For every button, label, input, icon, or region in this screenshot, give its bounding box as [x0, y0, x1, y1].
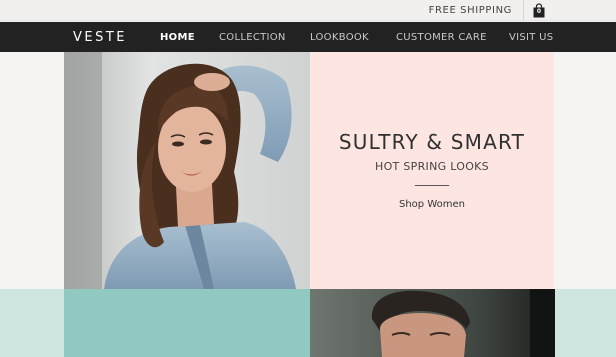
- mint-margin-left: [0, 289, 64, 357]
- cart-count: 0: [536, 8, 542, 15]
- top-bar-divider: [523, 0, 524, 21]
- teal-panel: [64, 289, 310, 357]
- promo-headline: SULTRY & SMART: [338, 130, 526, 154]
- promo-divider: [415, 185, 449, 186]
- menswear-model-photo: [310, 289, 555, 357]
- shop-women-link[interactable]: Shop Women: [310, 199, 554, 210]
- hero-model-photo: [64, 52, 310, 289]
- nav-home[interactable]: HOME: [160, 22, 195, 52]
- main-navbar: VESTE HOME COLLECTION LOOKBOOK CUSTOMER …: [0, 22, 616, 52]
- top-utility-bar: FREE SHIPPING 0: [0, 0, 616, 21]
- mint-margin-right: [555, 289, 616, 357]
- promo-subheadline: HOT SPRING LOOKS: [375, 160, 489, 173]
- nav-visit-us[interactable]: VISIT US: [509, 22, 553, 52]
- promo-panel: SULTRY & SMART HOT SPRING LOOKS Shop Wom…: [310, 52, 554, 289]
- cart-button[interactable]: 0: [533, 3, 545, 18]
- nav-lookbook[interactable]: LOOKBOOK: [310, 22, 369, 52]
- nav-customer-care[interactable]: CUSTOMER CARE: [396, 22, 487, 52]
- free-shipping-label: FREE SHIPPING: [428, 5, 512, 16]
- site-logo[interactable]: VESTE: [73, 30, 127, 45]
- nav-collection[interactable]: COLLECTION: [219, 22, 286, 52]
